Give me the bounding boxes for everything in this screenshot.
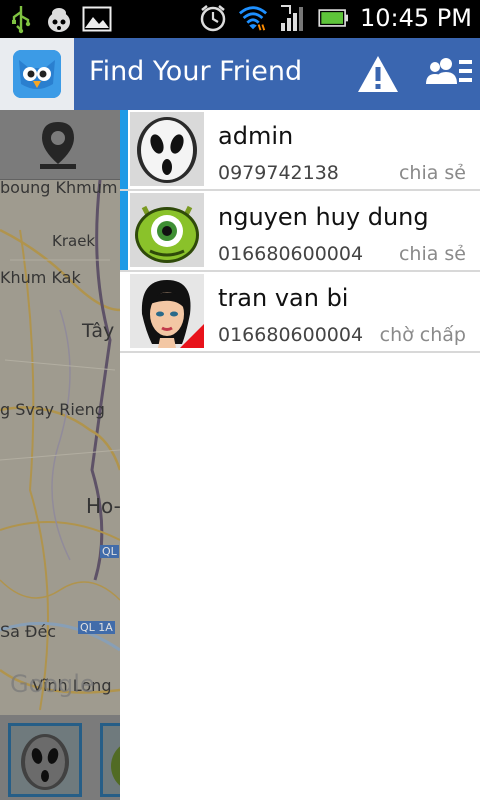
alarm-clock-icon — [198, 3, 228, 33]
friend-phone: 016680600004 — [218, 324, 364, 346]
battery-icon — [318, 3, 349, 33]
sharing-indicator — [120, 191, 128, 270]
signal-icon — [278, 3, 308, 33]
friend-row[interactable]: tran van bi 016680600004 chờ chấp — [120, 272, 480, 353]
friend-list-panel: admin 0979742138 chia sẻ nguyen huy dung… — [120, 110, 480, 800]
wifi-icon — [238, 3, 268, 33]
warning-icon — [358, 56, 398, 92]
warning-button[interactable] — [355, 52, 401, 96]
friend-status: chờ chấp — [379, 324, 466, 346]
bird-logo-icon — [13, 50, 61, 98]
status-bar: 10:45 PM — [0, 0, 480, 38]
map-view[interactable]: boung Khmum Kraek Khum Kak Tây g Svay Ri… — [0, 110, 120, 800]
friend-status: chia sẻ — [398, 243, 466, 265]
friends-list-icon — [426, 58, 472, 84]
green-monster-avatar — [130, 193, 204, 267]
friend-phone: 0979742138 — [218, 162, 339, 184]
app-bar: Find Your Friend — [0, 38, 480, 110]
friend-name: admin — [218, 122, 294, 150]
app-logo-button[interactable] — [0, 38, 74, 110]
usb-icon — [6, 4, 36, 34]
sharing-indicator — [120, 272, 128, 351]
debug-bug-icon — [44, 4, 74, 34]
friend-name: tran van bi — [218, 284, 349, 312]
map-dim-overlay — [0, 110, 120, 800]
friend-row[interactable]: nguyen huy dung 016680600004 chia sẻ — [120, 191, 480, 272]
friends-list-button[interactable] — [424, 52, 474, 96]
image-icon — [82, 4, 112, 34]
girl-cartoon-avatar — [130, 274, 204, 348]
friend-phone: 016680600004 — [218, 243, 364, 265]
sharing-indicator — [120, 110, 128, 189]
ghost-mask-avatar — [130, 112, 204, 186]
friend-row[interactable]: admin 0979742138 chia sẻ — [120, 110, 480, 191]
friend-name: nguyen huy dung — [218, 203, 429, 231]
friend-status: chia sẻ — [398, 162, 466, 184]
page-title: Find Your Friend — [89, 56, 303, 87]
status-time: 10:45 PM — [360, 4, 472, 32]
